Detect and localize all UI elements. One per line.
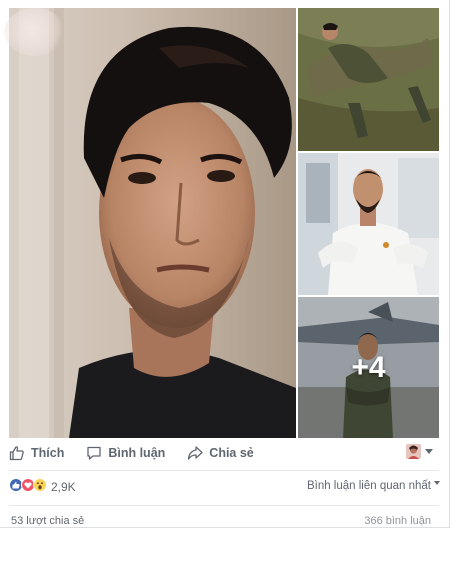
more-photos-overlay[interactable]: +4 [298, 297, 439, 438]
divider [9, 470, 439, 471]
thumb-photo-1[interactable] [298, 8, 439, 151]
comment-label: Bình luận [108, 446, 166, 460]
share-count[interactable]: 53 lượt chia sẻ [11, 515, 84, 527]
wow-reaction-icon [33, 477, 47, 497]
comment-sort-label: Bình luận liên quan nhất [306, 480, 431, 492]
share-label: Chia sẻ [209, 446, 254, 460]
like-button[interactable]: Thích [9, 445, 64, 461]
chevron-down-icon [425, 449, 433, 454]
post-as-selector[interactable] [406, 444, 433, 459]
divider [9, 505, 439, 506]
post-action-bar: Thích Bình luận Chia sẻ [9, 440, 439, 466]
profile-avatar [406, 444, 421, 459]
thumb-photo-2[interactable] [298, 153, 439, 295]
share-arrow-icon [188, 446, 203, 460]
thumb-photo-3[interactable]: +4 [298, 297, 439, 438]
post-card: +4 Thích Bình luận Chia sẻ 2,9K Bình luậ… [0, 0, 450, 528]
reaction-count[interactable]: 2,9K [51, 480, 76, 494]
comment-icon [87, 446, 101, 460]
chevron-down-icon [434, 481, 440, 485]
main-photo[interactable] [9, 8, 296, 438]
reactions-row: 2,9K Bình luận liên quan nhất [9, 477, 440, 497]
thumbs-up-icon [9, 446, 24, 461]
soldier-grass-image [298, 8, 439, 151]
comment-count[interactable]: 366 bình luận [364, 515, 431, 527]
blurred-spot [4, 8, 66, 56]
share-button[interactable]: Chia sẻ [187, 445, 254, 461]
comment-button[interactable]: Bình luận [86, 445, 165, 461]
comment-sort-dropdown[interactable]: Bình luận liên quan nhất [307, 480, 440, 492]
portrait-image [9, 8, 296, 438]
more-photos-count: +4 [351, 350, 386, 384]
white-kurta-image [298, 153, 439, 295]
like-label: Thích [31, 446, 65, 460]
reaction-icons[interactable] [9, 477, 47, 497]
